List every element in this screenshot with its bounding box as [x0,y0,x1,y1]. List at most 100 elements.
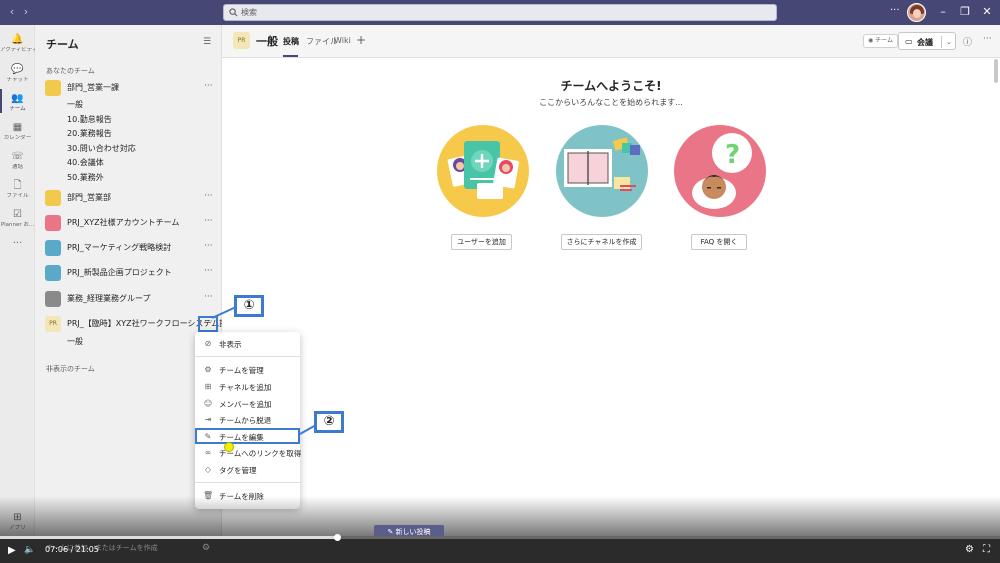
add-tab-icon[interactable]: + [356,33,366,47]
rail-item-more[interactable]: ··· [0,232,35,260]
rail-item-chat[interactable]: 💬 チャット [0,58,35,86]
meet-button[interactable]: ▭ 会議 ⌄ [898,32,956,50]
phone-icon: ☏ [11,151,24,162]
rail-item-calendar[interactable]: ▦ カレンダー [0,116,35,144]
more-options-icon[interactable]: ··· [204,241,213,251]
teams-icon: 👥 [11,93,24,104]
more-options-icon[interactable]: ··· [204,81,213,91]
menu-item-gear[interactable]: ⚙ チームを管理 [195,363,300,377]
more-options-icon[interactable]: ··· [204,191,213,201]
callout-1: ① [234,295,264,317]
menu-item-label: チームを管理 [219,366,264,375]
team-item[interactable]: PRJ_新製品企画プロジェクト ··· [45,263,217,283]
mouse-cursor [224,442,234,452]
back-icon[interactable]: ‹ [6,6,18,18]
video-settings-icon[interactable]: ⚙ [965,544,974,555]
team-item[interactable]: 部門_営業部 ··· [45,188,217,208]
close-icon[interactable]: ✕ [980,5,994,18]
create-channel-button[interactable]: さらにチャネルを作成 [561,234,642,250]
rail-label: チーム [9,106,26,112]
open-faq-button[interactable]: FAQ を開く [691,234,747,250]
volume-icon[interactable]: 🔈 [24,545,35,555]
menu-item-label: メンバーを追加 [219,400,272,409]
menu-item-add-channel[interactable]: ⊞ チャネルを追加 [195,380,300,394]
channel-item[interactable]: 一般 [67,336,83,347]
planner-icon: ☑ [13,209,22,220]
search-icon [229,8,238,17]
channel-item[interactable]: 一般 [67,99,83,110]
create-channel-illustration [556,125,648,217]
add-member-icon: ☺ [203,399,213,408]
more-icon[interactable]: ··· [983,34,992,44]
svg-text:?: ? [725,140,740,170]
avatar[interactable] [907,3,926,22]
menu-item-hide[interactable]: ⊘ 非表示 [195,337,300,351]
team-item[interactable]: PRJ_マーケティング戦略検討 ··· [45,238,217,258]
team-item[interactable]: 業務_経理業務グループ ··· [45,289,217,309]
play-icon[interactable]: ▶ [8,545,16,556]
video-scrubber[interactable] [333,534,341,541]
minimize-icon[interactable]: – [936,5,950,18]
rail-item-planner[interactable]: ☑ Planner お... [0,203,35,231]
channel-item[interactable]: 10.勤怠報告 [67,114,112,125]
add-user-button[interactable]: ユーザーを追加 [451,234,512,250]
menu-divider [195,356,300,357]
tab-posts[interactable]: 投稿 [283,36,299,47]
maximize-icon[interactable]: ❐ [958,5,972,18]
channel-item[interactable]: 50.業務外 [67,172,104,183]
more-options-icon[interactable]: ··· [204,266,213,276]
menu-item-link[interactable]: ∞ チームへのリンクを取得 [195,446,302,460]
team-name: 部門_営業一課 [67,83,119,92]
team-button[interactable]: ◉ チーム [863,34,898,48]
info-icon[interactable]: ⓘ [963,35,972,48]
hidden-teams-label[interactable]: 非表示のチーム [46,364,95,374]
rail-label: カレンダー [3,135,32,141]
channel-item[interactable]: 30.問い合わせ対応 [67,143,136,154]
team-avatar [45,80,61,96]
rail-item-file[interactable]: 🗋 ファイル [0,174,35,202]
menu-item-label: チームから脱退 [219,416,272,425]
chevron-down-icon[interactable]: ⌄ [941,36,956,48]
menu-item-tag[interactable]: ◇ タグを管理 [195,463,300,477]
video-time: 07:06 / 21:05 [45,545,99,554]
settings-icon[interactable]: ⚙ [202,543,210,553]
gear-icon: ⚙ [204,365,212,374]
team-item[interactable]: 部門_営業一課 ··· [45,78,217,98]
welcome-subtitle: ここからいろんなことを始められます... [539,98,683,107]
menu-item-label: チャネルを追加 [219,383,272,392]
more-options-icon[interactable]: ··· [204,292,213,302]
search-placeholder: 検索 [241,8,257,17]
menu-item-label: タグを管理 [219,466,257,475]
forward-icon[interactable]: › [20,6,32,18]
filter-icon[interactable]: ☰ [203,37,211,47]
channel-item[interactable]: 40.会議体 [67,157,104,168]
team-name: PRJ_XYZ社様アカウントチーム [67,218,180,227]
app-rail: 🔔 アクティビティ 💬 チャット 👥 チーム ▦ カレンダー ☏ 通話 🗋 ファイル ☑ Planner … [0,25,35,538]
team-item[interactable]: PR PRJ_【臨時】XYZ社ワークフローシステム提案 ··· [45,314,235,334]
panel-title: チーム [46,38,79,51]
calendar-icon: ▦ [12,122,23,133]
more-options-icon[interactable]: ··· [204,216,213,226]
teams-panel: チーム ☰ あなたのチーム 部門_営業一課 ··· 部門_営業部 ··· PRJ_XYZ… [35,25,235,538]
compose-icon: ✎ [387,528,396,536]
rail-item-bell[interactable]: 🔔 アクティビティ [0,28,35,56]
menu-divider [195,482,300,483]
menu-item-leave[interactable]: ⇥ チームから脱退 [195,413,300,427]
fullscreen-icon[interactable]: ⛶ [983,544,990,555]
team-context-menu: ⊘ 非表示 ⚙ チームを管理 ⊞ チャネルを追加 ☺ メンバーを追加 ⇥ チームから脱退 ✎ チームを… [195,332,302,509]
welcome-title: チームへようこそ! [560,79,662,93]
more-options-icon[interactable]: ··· [890,5,900,16]
video-progress[interactable] [0,536,1000,539]
channel-item[interactable]: 20.業務報告 [67,128,112,139]
video-overlay [0,496,1000,538]
rail-item-teams[interactable]: 👥 チーム [0,87,35,115]
rail-item-phone[interactable]: ☏ 通話 [0,145,35,173]
menu-item-add-member[interactable]: ☺ メンバーを追加 [195,397,300,411]
team-item[interactable]: PRJ_XYZ社様アカウントチーム ··· [45,213,217,233]
your-teams-label: あなたのチーム [46,67,95,75]
tab-wiki[interactable]: Wiki [334,36,351,45]
search-input[interactable]: 検索 [223,4,777,21]
faq-illustration: ? [674,125,766,217]
team-name: PRJ_新製品企画プロジェクト [67,268,172,277]
team-avatar [45,265,61,281]
